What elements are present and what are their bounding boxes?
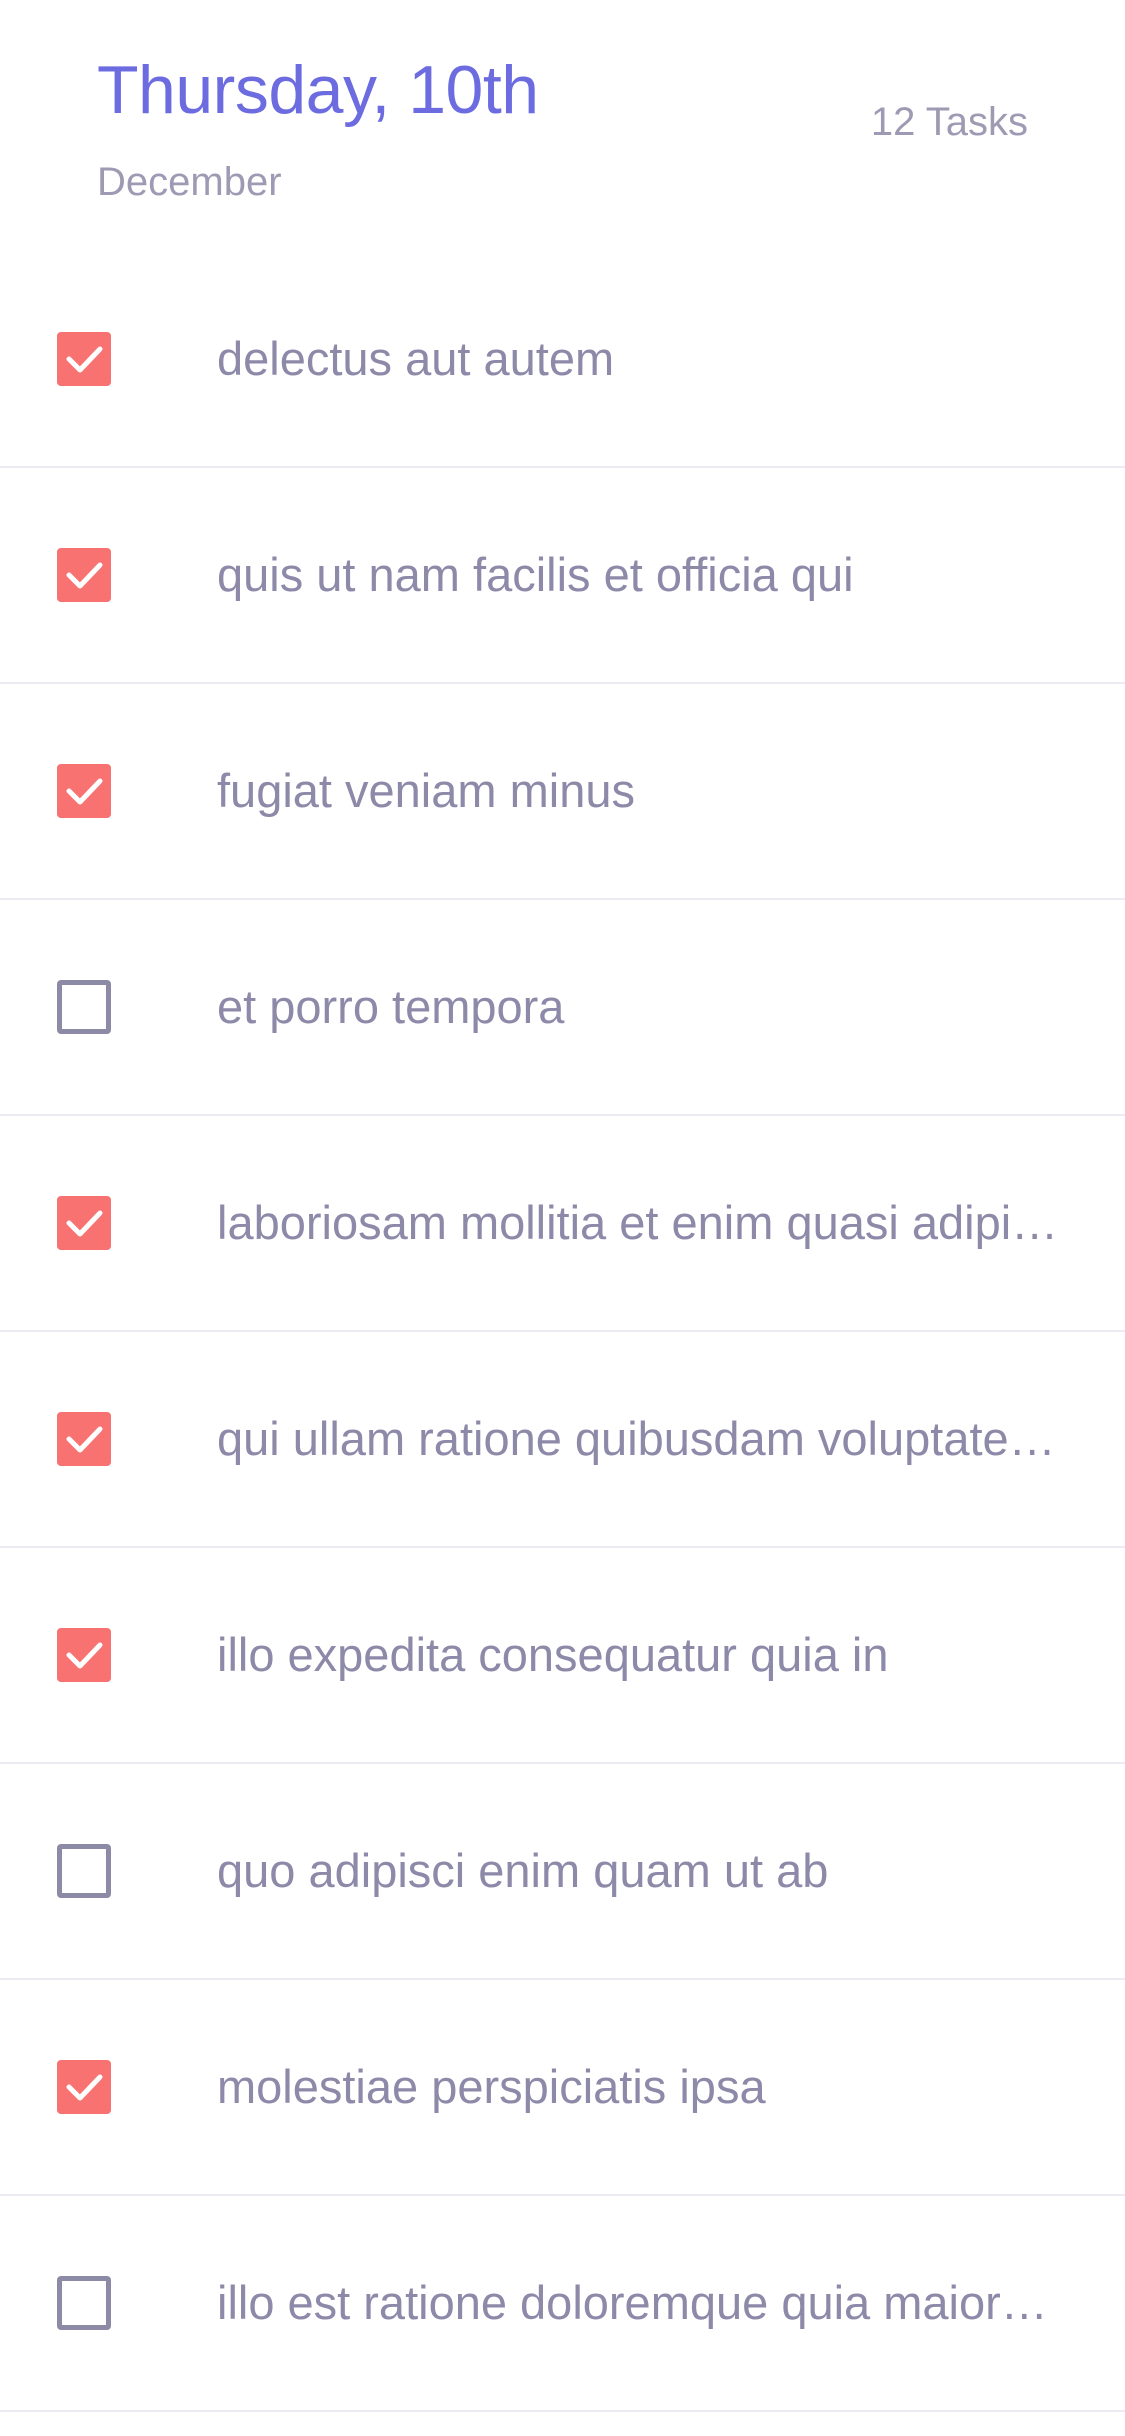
task-label: qui ullam ratione quibusdam voluptatem q…	[217, 1412, 1068, 1465]
task-label: et porro tempora	[217, 980, 565, 1033]
task-label: illo est ratione doloremque quia maiores…	[217, 2276, 1068, 2329]
task-row[interactable]: quis ut nam facilis et officia qui	[0, 468, 1125, 684]
task-label: molestiae perspiciatis ipsa	[217, 2060, 766, 2113]
checkbox-unchecked[interactable]	[57, 980, 111, 1034]
checkmark-icon	[66, 2074, 103, 2101]
task-row[interactable]: qui ullam ratione quibusdam voluptatem q…	[0, 1332, 1125, 1548]
checkbox-checked[interactable]	[57, 1412, 111, 1466]
task-row[interactable]: molestiae perspiciatis ipsa	[0, 1980, 1125, 2196]
checkbox-checked[interactable]	[57, 1628, 111, 1682]
task-count: 12 Tasks	[870, 100, 1028, 144]
task-row[interactable]: quo adipisci enim quam ut ab	[0, 1764, 1125, 1980]
checkbox-unchecked[interactable]	[57, 2276, 111, 2330]
task-label: quo adipisci enim quam ut ab	[217, 1844, 829, 1897]
task-row[interactable]: et porro tempora	[0, 900, 1125, 1116]
checkmark-icon	[66, 1426, 103, 1453]
checkbox-unchecked[interactable]	[57, 1844, 111, 1898]
task-row[interactable]: illo expedita consequatur quia in	[0, 1548, 1125, 1764]
task-row[interactable]: laboriosam mollitia et enim quasi adipis…	[0, 1116, 1125, 1332]
header: Thursday, 10th December 12 Tasks	[0, 0, 1125, 293]
task-label: laboriosam mollitia et enim quasi adipis…	[217, 1196, 1068, 1249]
task-row[interactable]: illo est ratione doloremque quia maiores…	[0, 2196, 1125, 2412]
task-label: quis ut nam facilis et officia qui	[217, 548, 854, 601]
checkmark-icon	[66, 1642, 103, 1669]
checkmark-icon	[66, 778, 103, 805]
checkmark-icon	[66, 562, 103, 589]
task-row[interactable]: fugiat veniam minus	[0, 684, 1125, 900]
task-label: illo expedita consequatur quia in	[217, 1628, 889, 1681]
checkbox-checked[interactable]	[57, 332, 111, 386]
task-row[interactable]: delectus aut autem	[0, 252, 1125, 468]
month-subtitle: December	[97, 160, 282, 204]
checkbox-checked[interactable]	[57, 764, 111, 818]
task-label: fugiat veniam minus	[217, 764, 635, 817]
task-label: delectus aut autem	[217, 332, 615, 385]
checkbox-checked[interactable]	[57, 548, 111, 602]
checkbox-checked[interactable]	[57, 2060, 111, 2114]
date-title: Thursday, 10th	[97, 52, 539, 128]
checkbox-checked[interactable]	[57, 1196, 111, 1250]
checkmark-icon	[66, 1210, 103, 1237]
checkmark-icon	[66, 346, 103, 373]
